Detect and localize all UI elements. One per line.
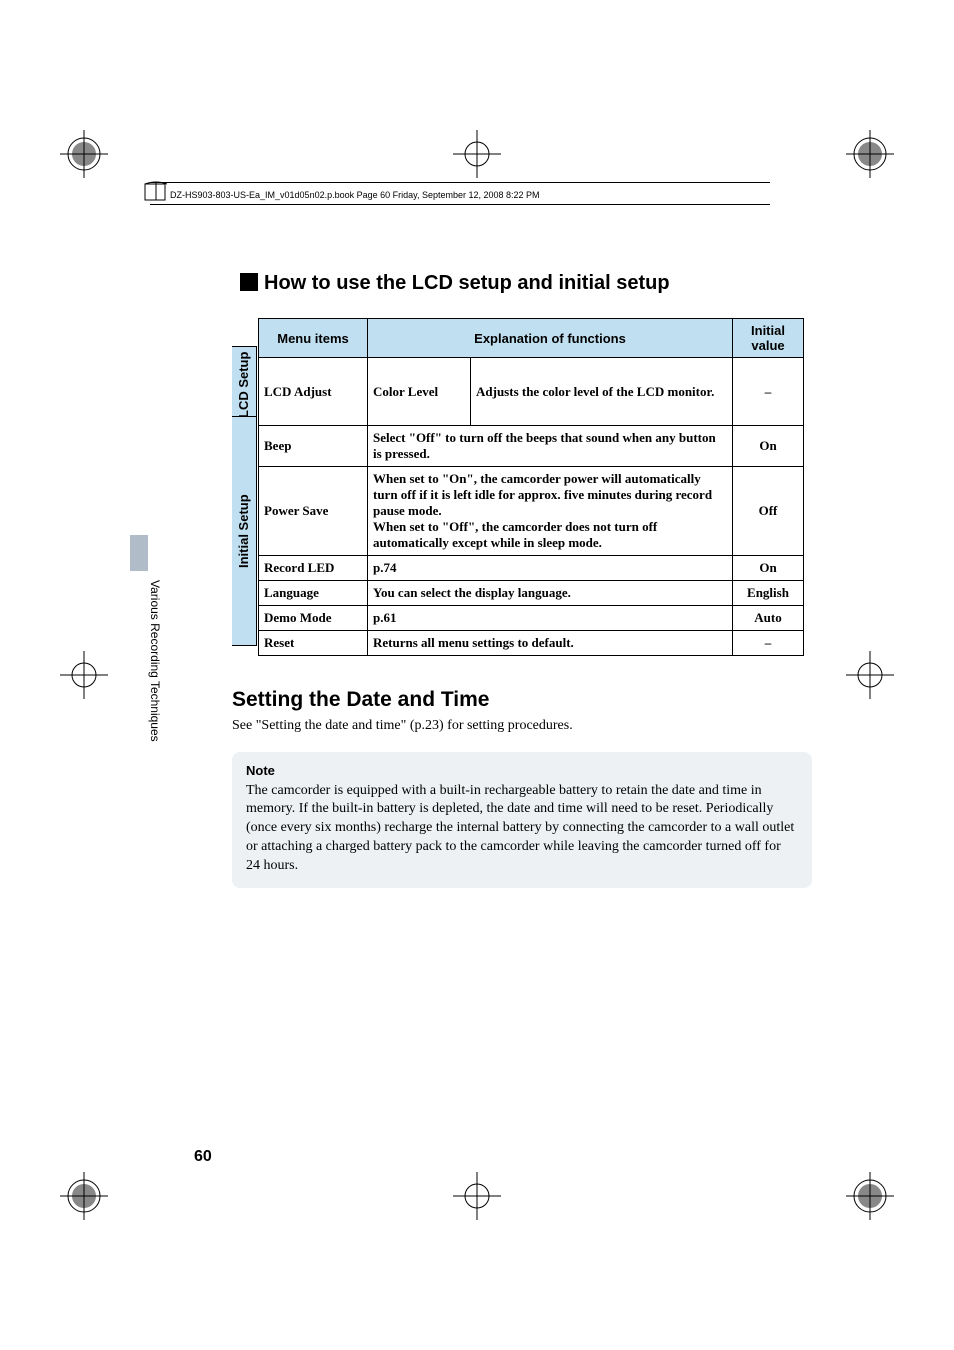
table-row: Record LED p.74 On xyxy=(259,556,804,581)
cell-item: Record LED xyxy=(259,556,368,581)
cell-item: Power Save xyxy=(259,467,368,556)
col-menu-items: Menu items xyxy=(259,319,368,358)
cell-val: On xyxy=(733,426,804,467)
section-heading-text: How to use the LCD setup and initial set… xyxy=(264,272,670,294)
subsection-heading: Setting the Date and Time xyxy=(232,688,490,712)
rule xyxy=(150,182,770,183)
cell-func: p.74 xyxy=(368,556,733,581)
cell-item: Demo Mode xyxy=(259,606,368,631)
note-title: Note xyxy=(246,762,798,780)
table-row: Beep Select "Off" to turn off the beeps … xyxy=(259,426,804,467)
table-row: LCD Adjust Color Level Adjusts the color… xyxy=(259,358,804,426)
side-section-label: Various Recording Techniques xyxy=(148,580,162,742)
cell-func: You can select the display language. xyxy=(368,581,733,606)
col-initial-value: Initial value xyxy=(733,319,804,358)
cell-val: – xyxy=(733,358,804,426)
table-row: Demo Mode p.61 Auto xyxy=(259,606,804,631)
table-group-tab-initial: Initial Setup xyxy=(232,416,257,646)
cell-item: LCD Adjust xyxy=(259,358,368,426)
table-group-tab-lcd: LCD Setup xyxy=(232,346,257,424)
cell-func: When set to "On", the camcorder power wi… xyxy=(368,467,733,556)
book-icon xyxy=(142,178,170,206)
settings-table: Menu items Explanation of functions Init… xyxy=(258,318,804,656)
cell-func: Returns all menu settings to default. xyxy=(368,631,733,656)
crop-mark-icon xyxy=(453,1172,501,1220)
cell-func: Adjusts the color level of the LCD monit… xyxy=(471,358,733,426)
crop-mark-icon xyxy=(60,651,108,699)
cell-func: Select "Off" to turn off the beeps that … xyxy=(368,426,733,467)
table-row: Reset Returns all menu settings to defau… xyxy=(259,631,804,656)
col-explanation: Explanation of functions xyxy=(368,319,733,358)
note-body: The camcorder is equipped with a built-i… xyxy=(246,783,794,874)
cell-subitem: Color Level xyxy=(368,358,471,426)
section-heading: How to use the LCD setup and initial set… xyxy=(240,272,670,295)
cell-val: On xyxy=(733,556,804,581)
body-text: See "Setting the date and time" (p.23) f… xyxy=(232,718,573,734)
crop-mark-icon xyxy=(60,130,108,178)
running-header: DZ-HS903-803-US-Ea_IM_v01d05n02.p.book P… xyxy=(170,190,540,200)
crop-mark-icon xyxy=(846,1172,894,1220)
cell-val: English xyxy=(733,581,804,606)
side-thumb-tab xyxy=(130,535,148,571)
page-content: DZ-HS903-803-US-Ea_IM_v01d05n02.p.book P… xyxy=(150,190,804,1160)
rule xyxy=(150,204,770,205)
cell-item: Reset xyxy=(259,631,368,656)
crop-mark-icon xyxy=(846,651,894,699)
cell-item: Language xyxy=(259,581,368,606)
crop-mark-icon xyxy=(60,1172,108,1220)
cell-val: Off xyxy=(733,467,804,556)
table-row: Power Save When set to "On", the camcord… xyxy=(259,467,804,556)
note-box: Note The camcorder is equipped with a bu… xyxy=(232,752,812,888)
cell-val: – xyxy=(733,631,804,656)
cell-item: Beep xyxy=(259,426,368,467)
crop-mark-icon xyxy=(453,130,501,178)
crop-mark-icon xyxy=(846,130,894,178)
page-number: 60 xyxy=(194,1148,212,1166)
cell-func: p.61 xyxy=(368,606,733,631)
table-row: Language You can select the display lang… xyxy=(259,581,804,606)
cell-val: Auto xyxy=(733,606,804,631)
